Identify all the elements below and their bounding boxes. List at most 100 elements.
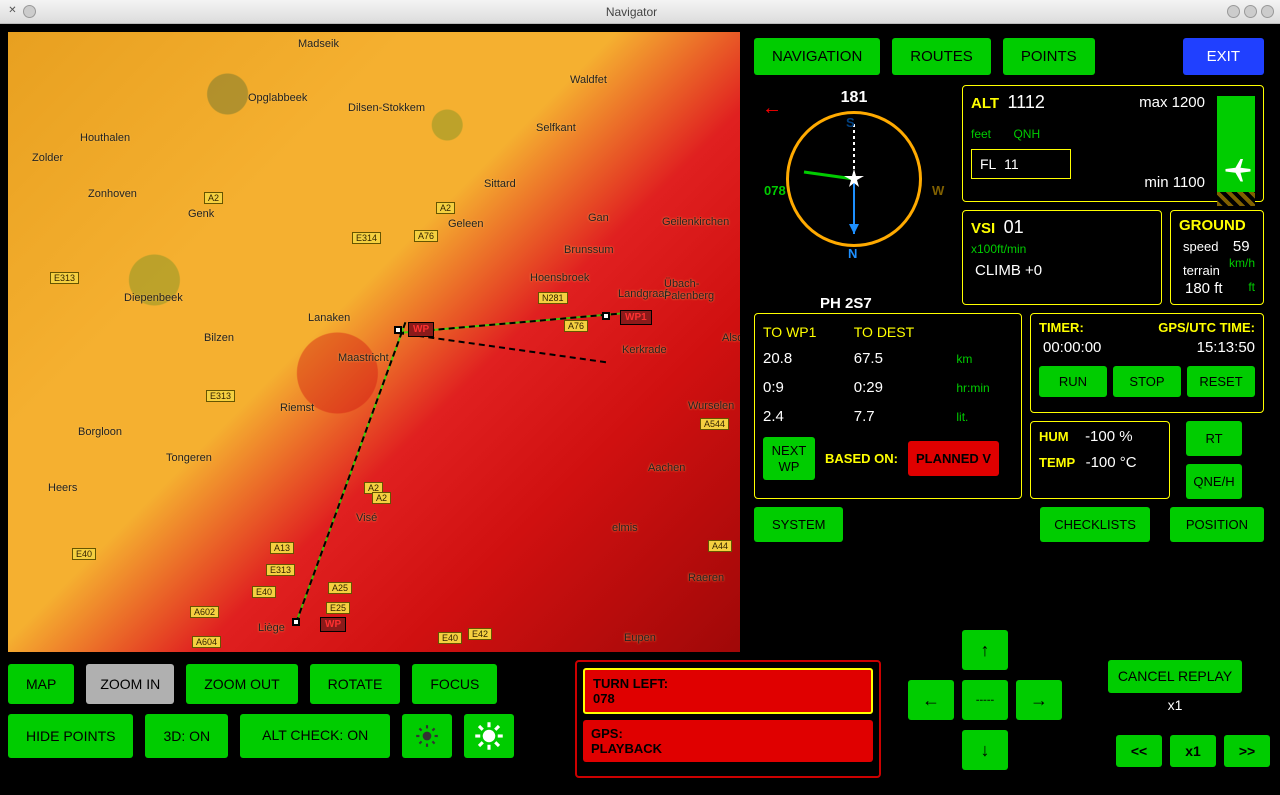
window-min-icon[interactable]: [1227, 5, 1240, 18]
alt-label: ALT: [971, 95, 999, 112]
rotate-button[interactable]: ROTATE: [310, 664, 401, 704]
direction-pad: ↑ ← ----- → ↓: [900, 630, 1070, 790]
cancel-replay-button[interactable]: CANCEL REPLAY: [1108, 660, 1242, 693]
road-tag: E313: [206, 390, 235, 402]
system-button[interactable]: SYSTEM: [754, 507, 843, 542]
right-panel: NAVIGATION ROUTES POINTS EXIT ← 181: [748, 32, 1270, 652]
map-city-label: Riemst: [280, 402, 314, 414]
planned-v-button[interactable]: PLANNED V: [908, 441, 999, 476]
focus-button[interactable]: FOCUS: [412, 664, 497, 704]
zoom-out-button[interactable]: ZOOM OUT: [186, 664, 297, 704]
map-city-label: Kerkrade: [622, 344, 667, 356]
dpad-up-button[interactable]: ↑: [962, 630, 1008, 670]
window-close-icon[interactable]: ✕: [6, 5, 19, 18]
timer-stop-button[interactable]: STOP: [1113, 366, 1181, 397]
map-city-label: Sittard: [484, 178, 516, 190]
map-city-label: Zonhoven: [88, 188, 137, 200]
road-tag: E40: [252, 586, 276, 598]
zoom-in-button[interactable]: ZOOM IN: [86, 664, 174, 704]
map-view[interactable]: MadseikOpglabbeekDilsen-StokkemHouthalen…: [8, 32, 740, 652]
brightness-up-icon[interactable]: [464, 714, 514, 758]
dpad-center-button[interactable]: -----: [962, 680, 1008, 720]
waypoint-marker[interactable]: [394, 326, 402, 334]
map-city-label: Landgraaf: [618, 288, 668, 300]
map-city-label: Bilzen: [204, 332, 234, 344]
window-control-icon[interactable]: [23, 5, 36, 18]
window-titlebar: ✕ Navigator: [0, 0, 1280, 24]
routes-button[interactable]: ROUTES: [892, 38, 991, 75]
dpad-down-button[interactable]: ↓: [962, 730, 1008, 770]
environment-panel: HUM -100 % TEMP -100 °C: [1030, 421, 1170, 499]
altitude-bar: [1217, 96, 1255, 206]
route-segment: [295, 322, 406, 623]
exit-button[interactable]: EXIT: [1183, 38, 1264, 75]
map-city-label: Tongeren: [166, 452, 212, 464]
compass-heading: 181: [841, 89, 868, 107]
map-controls: MAP ZOOM IN ZOOM OUT ROTATE FOCUS HIDE P…: [8, 664, 568, 768]
compass-right-letter: W: [932, 183, 944, 198]
dpad-right-button[interactable]: →: [1016, 680, 1062, 720]
navigation-button[interactable]: NAVIGATION: [754, 38, 880, 75]
map-city-label: Heers: [48, 482, 77, 494]
map-city-label: Übach-Palenberg: [664, 278, 740, 302]
road-tag: A2: [372, 492, 391, 504]
alert-turn: TURN LEFT: 078: [583, 668, 873, 714]
brightness-down-icon[interactable]: [402, 714, 452, 758]
road-tag: A604: [192, 636, 221, 648]
humidity-value: -100 %: [1085, 428, 1133, 445]
window-max-icon[interactable]: [1244, 5, 1257, 18]
waypoint-marker[interactable]: [292, 618, 300, 626]
alt-aircraft-icon: [1223, 154, 1253, 174]
road-tag: E40: [72, 548, 96, 560]
window-close2-icon[interactable]: [1261, 5, 1274, 18]
points-button[interactable]: POINTS: [1003, 38, 1095, 75]
road-tag: A76: [564, 320, 588, 332]
position-button[interactable]: POSITION: [1170, 507, 1264, 542]
window-title: Navigator: [36, 5, 1227, 19]
map-city-label: Houthalen: [80, 132, 130, 144]
checklists-button[interactable]: CHECKLISTS: [1040, 507, 1150, 542]
road-tag: A76: [414, 230, 438, 242]
navigation-table: TO WP1TO DEST 20.867.5km 0:90:29hr:min 2…: [754, 313, 1022, 499]
timer-reset-button[interactable]: RESET: [1187, 366, 1255, 397]
aircraft-icon: [842, 167, 866, 191]
road-tag: A544: [700, 418, 729, 430]
map-city-label: Hoensbroek: [530, 272, 589, 284]
rt-button[interactable]: RT: [1186, 421, 1242, 456]
temperature-value: -100 °C: [1086, 454, 1137, 471]
gps-time-value: 15:13:50: [1197, 339, 1255, 356]
qneh-button[interactable]: QNE/H: [1186, 464, 1242, 499]
road-tag: E314: [352, 232, 381, 244]
ground-speed: 59: [1233, 238, 1250, 255]
timer-run-button[interactable]: RUN: [1039, 366, 1107, 397]
road-tag: N281: [538, 292, 568, 304]
ground-terrain: 180 ft: [1185, 280, 1223, 297]
hide-points-button[interactable]: HIDE POINTS: [8, 714, 133, 758]
ground-panel: GROUND speed 59 km/h terrain 180 ft ft: [1170, 210, 1264, 305]
next-wp-button[interactable]: NEXT WP: [763, 437, 815, 480]
replay-speed-button[interactable]: x1: [1170, 735, 1216, 767]
map-button[interactable]: MAP: [8, 664, 74, 704]
road-tag: E40: [438, 632, 462, 644]
compass-top-letter: S: [846, 115, 855, 130]
waypoint-label: WP: [408, 322, 434, 337]
timer-panel: TIMER: GPS/UTC TIME: 00:00:00 15:13:50 R…: [1030, 313, 1264, 413]
replay-forward-button[interactable]: >>: [1224, 735, 1270, 767]
vsi-panel: VSI 01 x100ft/min CLIMB +0: [962, 210, 1162, 305]
road-tag: E42: [468, 628, 492, 640]
qnh-label: QNH: [1013, 127, 1040, 141]
waypoint-marker[interactable]: [602, 312, 610, 320]
timer-value: 00:00:00: [1043, 339, 1101, 356]
map-city-label: Zolder: [32, 152, 63, 164]
3d-toggle-button[interactable]: 3D: ON: [145, 714, 228, 758]
flight-level-input[interactable]: FL 11: [971, 149, 1071, 179]
map-city-label: Madseik: [298, 38, 339, 50]
map-city-label: Alsd: [722, 332, 740, 344]
turn-arrow-icon: ←: [762, 97, 782, 120]
road-tag: A2: [436, 202, 455, 214]
altitude-panel: ALT 1112 max 1200 feet QNH FL 11 min 110…: [962, 85, 1264, 202]
replay-rewind-button[interactable]: <<: [1116, 735, 1162, 767]
dpad-left-button[interactable]: ←: [908, 680, 954, 720]
alt-check-button[interactable]: ALT CHECK: ON: [240, 714, 390, 758]
road-tag: E25: [326, 602, 350, 614]
